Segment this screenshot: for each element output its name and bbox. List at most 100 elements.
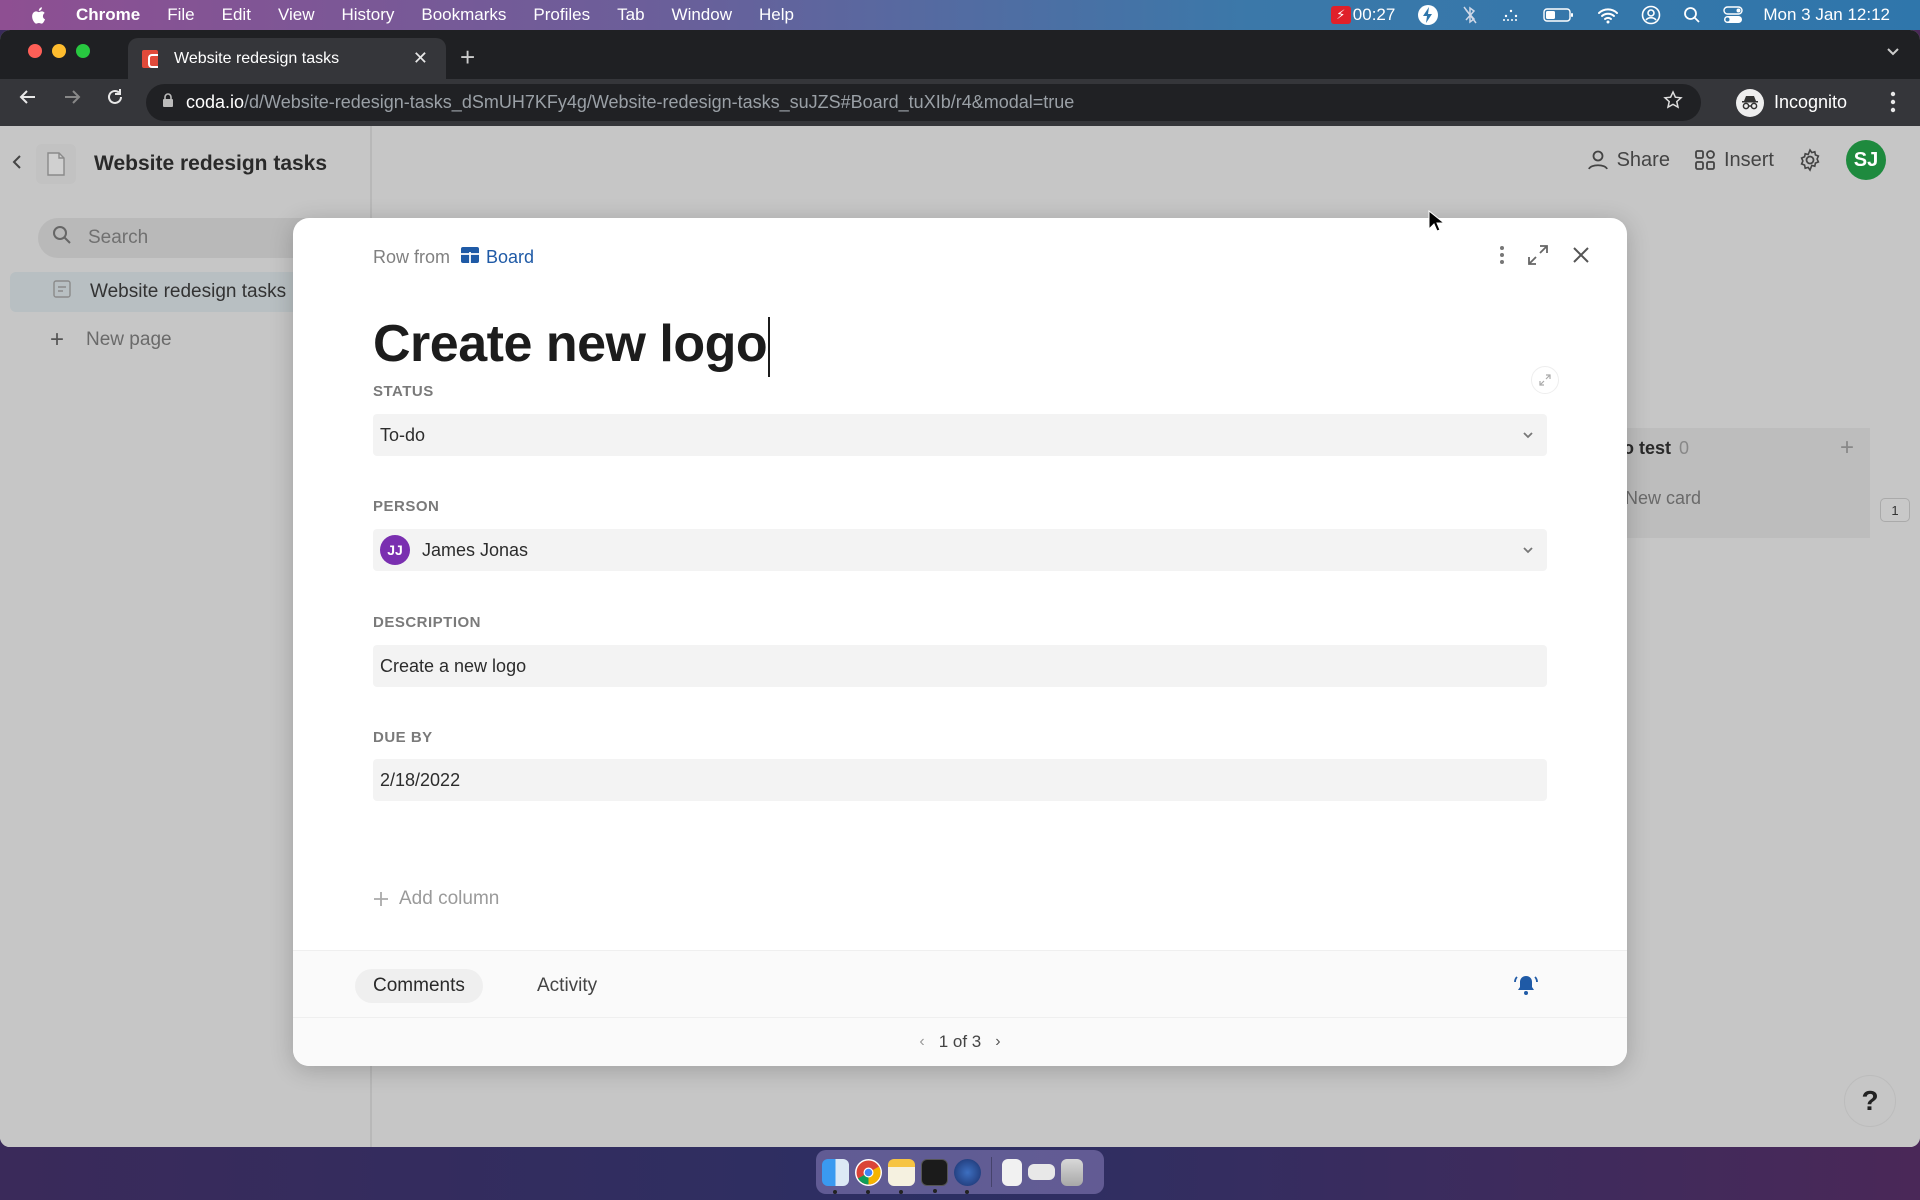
board-page-indicator[interactable]: 1 — [1880, 498, 1910, 522]
person-value: James Jonas — [422, 539, 529, 560]
macos-dock — [816, 1150, 1104, 1194]
doc-title[interactable]: Website redesign tasks — [94, 152, 327, 176]
source-table-link[interactable]: Board — [460, 246, 534, 269]
status-label: STATUS — [373, 383, 434, 400]
next-row-chevron-icon[interactable]: › — [995, 1033, 1000, 1051]
notes-icon[interactable] — [888, 1158, 915, 1194]
doc-file-icon[interactable] — [36, 144, 76, 184]
window-controls — [28, 44, 90, 58]
control-center-icon[interactable] — [1723, 6, 1744, 24]
row-detail-modal: Row from Board Create new logo STATUS To… — [293, 218, 1627, 1066]
previous-row-chevron-icon[interactable]: ‹ — [919, 1033, 924, 1051]
board-column-header: o test 0 — [1623, 438, 1689, 459]
finder-icon[interactable] — [822, 1158, 849, 1194]
bluetooth-off-icon[interactable] — [1461, 5, 1479, 25]
lock-icon[interactable] — [162, 92, 174, 113]
user-avatar[interactable]: SJ — [1846, 140, 1886, 180]
battery-icon[interactable] — [1543, 7, 1575, 23]
trash-icon[interactable] — [1061, 1158, 1083, 1186]
collapse-sidebar-chevron-icon[interactable] — [12, 153, 22, 176]
expand-title-icon[interactable] — [1531, 366, 1559, 394]
board-column-count: 0 — [1679, 438, 1690, 458]
minimize-window-button[interactable] — [52, 44, 66, 58]
chevron-down-icon — [1521, 426, 1535, 447]
new-card-button[interactable]: New card — [1625, 488, 1701, 509]
url-path: /d/Website-redesign-tasks_dSmUH7KFy4g/We… — [244, 92, 1075, 112]
help-button[interactable]: ? — [1844, 1075, 1896, 1127]
description-label: DESCRIPTION — [373, 614, 482, 631]
user-account-icon[interactable] — [1641, 5, 1661, 25]
document-icon[interactable] — [1002, 1158, 1022, 1186]
table-grid-icon — [460, 246, 480, 269]
menu-profiles[interactable]: Profiles — [533, 5, 590, 25]
row-title[interactable]: Create new logo — [373, 314, 771, 378]
forward-arrow-icon[interactable] — [62, 87, 82, 113]
menu-tab[interactable]: Tab — [617, 5, 644, 25]
menu-window[interactable]: Window — [672, 5, 732, 25]
bolt-app-dock-icon[interactable] — [954, 1158, 981, 1194]
menu-bookmarks[interactable]: Bookmarks — [421, 5, 506, 25]
insert-button[interactable]: Insert — [1694, 149, 1774, 172]
board-column-title: o test — [1623, 438, 1672, 458]
browser-toolbar: coda.io /d/Website-redesign-tasks_dSmUH7… — [0, 79, 1920, 126]
chevron-down-icon — [1521, 541, 1535, 562]
sidebar-page-label: Website redesign tasks — [90, 281, 287, 302]
row-pager: ‹ 1 of 3 › — [293, 1018, 1627, 1066]
share-label: Share — [1616, 148, 1670, 171]
close-tab-icon[interactable]: ✕ — [413, 48, 428, 69]
menu-file[interactable]: File — [167, 5, 194, 25]
tab-search-chevron-icon[interactable] — [1886, 44, 1900, 62]
menu-chrome[interactable]: Chrome — [76, 5, 140, 25]
menu-edit[interactable]: Edit — [222, 5, 251, 25]
page-icon — [52, 279, 72, 305]
new-tab-button[interactable]: + — [460, 42, 475, 73]
apple-menu-icon[interactable] — [28, 5, 48, 25]
menu-view[interactable]: View — [278, 5, 315, 25]
notification-bell-icon[interactable] — [1513, 973, 1539, 1002]
screen-recording-indicator[interactable]: ⚡ 00:27 — [1330, 5, 1395, 25]
browser-window: Website redesign tasks ✕ + coda.io /d/We… — [0, 30, 1920, 1147]
menu-help[interactable]: Help — [759, 5, 794, 25]
address-bar[interactable]: coda.io /d/Website-redesign-tasks_dSmUH7… — [146, 84, 1701, 121]
new-page-button[interactable]: + New page — [50, 326, 172, 354]
settings-gear-icon[interactable] — [1798, 148, 1822, 172]
add-column-button[interactable]: Add column — [373, 888, 499, 910]
bolt-app-icon[interactable] — [1417, 4, 1439, 26]
close-modal-icon[interactable] — [1571, 245, 1591, 270]
tab-comments[interactable]: Comments — [355, 969, 483, 1003]
wifi-icon[interactable] — [1597, 6, 1619, 24]
add-card-plus-icon[interactable]: + — [1840, 434, 1854, 462]
terminal-icon[interactable] — [921, 1158, 948, 1193]
incognito-profile-button[interactable]: Incognito — [1736, 84, 1856, 121]
status-select[interactable]: To-do — [373, 414, 1547, 456]
spotlight-search-icon[interactable] — [1683, 6, 1701, 24]
more-options-icon[interactable] — [1499, 245, 1505, 270]
expand-icon[interactable] — [1527, 244, 1549, 271]
source-table-name: Board — [486, 247, 535, 267]
menubar-clock[interactable]: Mon 3 Jan 12:12 — [1763, 5, 1890, 25]
chrome-menu-icon[interactable] — [1890, 91, 1896, 117]
text-cursor — [768, 317, 771, 378]
doc-toolbar: Share Insert SJ — [1563, 140, 1886, 180]
close-window-button[interactable] — [28, 44, 42, 58]
search-placeholder: Search — [88, 227, 149, 248]
back-arrow-icon[interactable] — [18, 87, 38, 113]
macos-menubar: Chrome File Edit View History Bookmarks … — [0, 0, 1920, 30]
person-select[interactable]: JJ James Jonas — [373, 529, 1547, 571]
browser-tab-active[interactable]: Website redesign tasks ✕ — [128, 38, 446, 79]
screenshot-thumbnail-icon[interactable] — [1028, 1164, 1055, 1180]
tab-activity[interactable]: Activity — [519, 969, 615, 1003]
bookmark-star-icon[interactable] — [1663, 90, 1683, 115]
board-column: o test 0 + New card — [1615, 428, 1870, 538]
chrome-icon[interactable] — [855, 1158, 882, 1194]
due-by-date-input[interactable]: 2/18/2022 — [373, 759, 1547, 801]
control-dots-icon[interactable] — [1501, 8, 1521, 22]
maximize-window-button[interactable] — [76, 44, 90, 58]
recording-icon: ⚡ — [1330, 6, 1351, 24]
reload-icon[interactable] — [105, 87, 125, 113]
status-value: To-do — [380, 424, 426, 445]
share-button[interactable]: Share — [1587, 149, 1670, 172]
description-input[interactable]: Create a new logo — [373, 645, 1547, 687]
menu-history[interactable]: History — [341, 5, 394, 25]
due-by-value: 2/18/2022 — [380, 769, 461, 790]
